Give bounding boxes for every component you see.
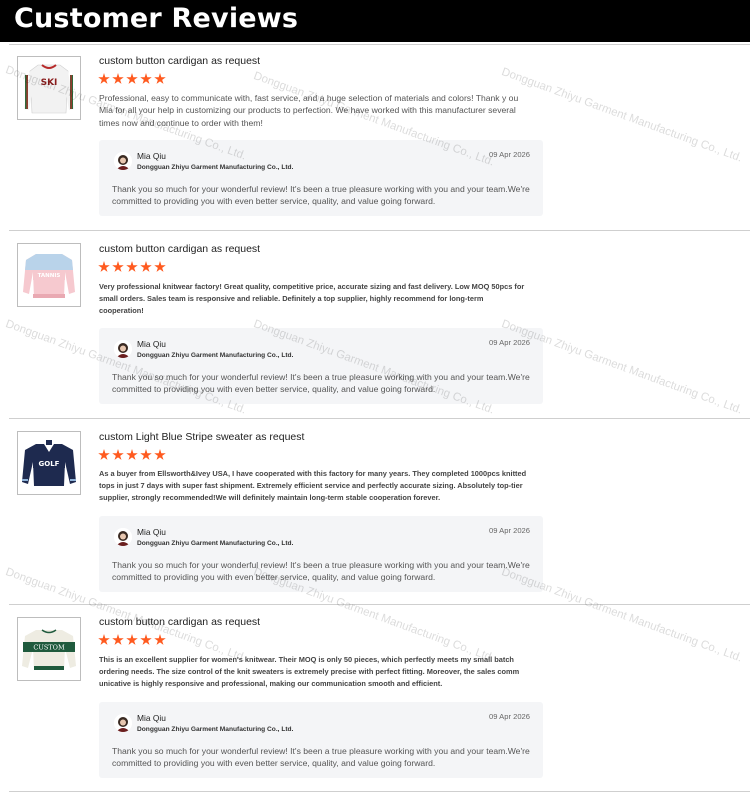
reply-author-name: Mia Qiu	[137, 527, 166, 537]
star-icon	[98, 449, 110, 460]
review-body: Very professional knitwear factory! Grea…	[99, 282, 525, 315]
star-rating	[98, 634, 166, 647]
product-print-text: TANNIS	[38, 273, 61, 279]
reply-company: Dongguan Zhiyu Garment Manufacturing Co.…	[137, 352, 294, 359]
review-title: custom button cardigan as request	[99, 55, 261, 67]
divider	[9, 230, 750, 231]
seller-reply: Mia Qiu Dongguan Zhiyu Garment Manufactu…	[99, 516, 543, 592]
divider	[9, 791, 750, 792]
divider	[9, 418, 750, 419]
star-icon	[126, 634, 138, 645]
star-icon	[112, 73, 124, 84]
reply-text: Thank you so much for your wonderful rev…	[112, 560, 530, 583]
product-image-navy-golf-sweater[interactable]: GOLF	[17, 431, 81, 495]
star-icon	[98, 261, 110, 272]
reply-date: 09 Apr 2026	[489, 526, 530, 535]
reply-company: Dongguan Zhiyu Garment Manufacturing Co.…	[137, 726, 294, 733]
reply-date: 09 Apr 2026	[489, 338, 530, 347]
seller-reply: Mia Qiu Dongguan Zhiyu Garment Manufactu…	[99, 328, 543, 404]
star-icon	[140, 73, 152, 84]
product-print-text: CUSTOM	[33, 644, 65, 652]
reply-text: Thank you so much for your wonderful rev…	[112, 184, 530, 207]
product-print-text: SKI	[41, 78, 58, 88]
divider	[9, 604, 750, 605]
star-icon	[154, 261, 166, 272]
star-rating	[98, 449, 166, 462]
page-header: Customer Reviews	[0, 0, 750, 42]
reply-company: Dongguan Zhiyu Garment Manufacturing Co.…	[137, 540, 294, 547]
star-icon	[154, 449, 166, 460]
reply-author-name: Mia Qiu	[137, 151, 166, 161]
product-image-ski-cardigan[interactable]: SKI	[17, 56, 81, 120]
reply-date: 09 Apr 2026	[489, 712, 530, 721]
star-icon	[126, 449, 138, 460]
star-icon	[112, 634, 124, 645]
avatar	[114, 714, 132, 732]
reply-text: Thank you so much for your wonderful rev…	[112, 372, 530, 395]
avatar	[114, 152, 132, 170]
seller-reply: Mia Qiu Dongguan Zhiyu Garment Manufactu…	[99, 702, 543, 778]
star-icon	[140, 449, 152, 460]
star-rating	[98, 73, 166, 86]
product-image-pink-blue-sweater[interactable]: TANNIS	[17, 243, 81, 307]
product-print-text: GOLF	[39, 460, 60, 468]
review-title: custom button cardigan as request	[99, 616, 261, 628]
review-title: custom button cardigan as request	[99, 243, 261, 255]
star-icon	[154, 73, 166, 84]
reply-author-name: Mia Qiu	[137, 339, 166, 349]
page-title: Customer Reviews	[14, 3, 299, 34]
avatar	[114, 528, 132, 546]
star-icon	[140, 634, 152, 645]
reply-text: Thank you so much for your wonderful rev…	[112, 746, 530, 769]
star-rating	[98, 261, 166, 274]
review-title: custom Light Blue Stripe sweater as requ…	[99, 431, 305, 443]
star-icon	[112, 449, 124, 460]
star-icon	[154, 634, 166, 645]
reply-date: 09 Apr 2026	[489, 150, 530, 159]
product-image-cream-custom-sweater[interactable]: CUSTOM	[17, 617, 81, 681]
star-icon	[98, 73, 110, 84]
star-icon	[112, 261, 124, 272]
divider	[9, 44, 750, 45]
review-body: Professional, easy to communicate with, …	[99, 93, 519, 128]
reply-author-name: Mia Qiu	[137, 713, 166, 723]
star-icon	[98, 634, 110, 645]
seller-reply: Mia Qiu Dongguan Zhiyu Garment Manufactu…	[99, 140, 543, 216]
avatar	[114, 340, 132, 358]
star-icon	[126, 73, 138, 84]
review-body: This is an excellent supplier for women'…	[99, 655, 520, 688]
review-body: As a buyer from Ellsworth&Ivey USA, I ha…	[99, 469, 527, 502]
reply-company: Dongguan Zhiyu Garment Manufacturing Co.…	[137, 164, 294, 171]
star-icon	[140, 261, 152, 272]
star-icon	[126, 261, 138, 272]
